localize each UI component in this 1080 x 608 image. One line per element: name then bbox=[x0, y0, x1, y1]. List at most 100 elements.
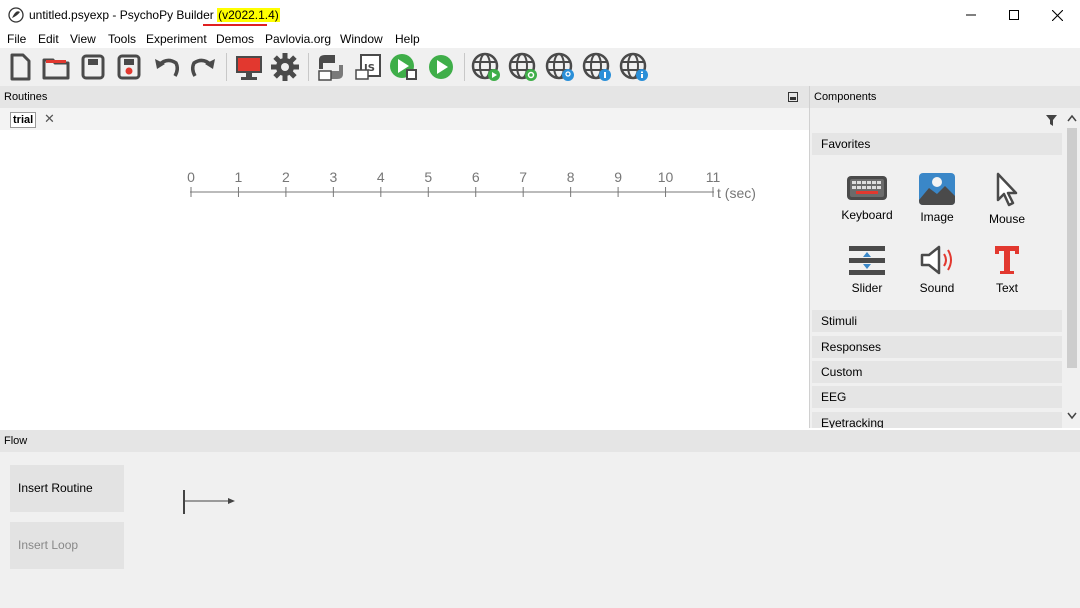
component-sound[interactable]: Sound bbox=[902, 243, 972, 295]
toolbar: JS bbox=[0, 48, 1080, 86]
timeline-tick-label: 4 bbox=[377, 169, 385, 185]
title-prefix: untitled.psyexp - PsychoPy Builder bbox=[29, 8, 218, 22]
routines-header: Routines bbox=[0, 86, 809, 108]
keyboard-icon bbox=[847, 176, 887, 200]
run-play-icon[interactable] bbox=[425, 51, 457, 83]
maximize-icon bbox=[1009, 10, 1019, 20]
components-header: Components bbox=[810, 86, 1080, 108]
component-keyboard[interactable]: Keyboard bbox=[832, 172, 902, 222]
timeline-tick-label: 11 bbox=[706, 169, 721, 185]
category-responses[interactable]: Responses bbox=[812, 336, 1062, 358]
component-slider[interactable]: Slider bbox=[832, 243, 902, 295]
menu-pavlovia[interactable]: Pavlovia.org bbox=[265, 32, 331, 46]
toolbar-separator bbox=[464, 53, 465, 81]
component-label: Image bbox=[920, 210, 954, 224]
maximize-button[interactable] bbox=[991, 0, 1037, 30]
tab-close-icon[interactable]: ✕ bbox=[44, 111, 55, 127]
window-title: untitled.psyexp - PsychoPy Builder (v202… bbox=[29, 8, 280, 22]
component-label: Slider bbox=[851, 281, 883, 295]
python-icon[interactable] bbox=[315, 51, 347, 83]
save-as-icon[interactable] bbox=[113, 51, 145, 83]
routines-title: Routines bbox=[4, 91, 48, 103]
title-version: (v2022.1.4) bbox=[217, 8, 280, 22]
menu-file[interactable]: File bbox=[7, 32, 26, 46]
slider-icon bbox=[849, 246, 885, 275]
timeline-tick-label: 9 bbox=[614, 169, 622, 185]
timeline-ticks: 0 1 2 3 4 5 6 7 8 9 10 11 bbox=[187, 169, 720, 197]
title-bar: untitled.psyexp - PsychoPy Builder (v202… bbox=[0, 0, 1080, 30]
close-icon bbox=[1051, 9, 1063, 21]
menu-view[interactable]: View bbox=[70, 32, 96, 46]
timeline-tick-label: 2 bbox=[282, 169, 290, 185]
gear-icon[interactable] bbox=[269, 51, 301, 83]
component-mouse[interactable]: Mouse bbox=[972, 172, 1042, 226]
component-label: Sound bbox=[919, 281, 955, 295]
component-label: Mouse bbox=[988, 212, 1026, 226]
component-text[interactable]: Text bbox=[972, 243, 1042, 295]
menu-edit[interactable]: Edit bbox=[38, 32, 59, 46]
open-folder-icon[interactable] bbox=[40, 51, 72, 83]
timeline-tick-label: 7 bbox=[519, 169, 527, 185]
undo-icon[interactable] bbox=[151, 51, 183, 83]
minimize-panel-icon[interactable] bbox=[788, 92, 798, 102]
image-icon bbox=[919, 173, 955, 205]
close-window-button[interactable] bbox=[1034, 0, 1080, 30]
js-icon[interactable]: JS bbox=[352, 51, 384, 83]
filter-icon[interactable] bbox=[1046, 115, 1057, 126]
category-favorites[interactable]: Favorites bbox=[812, 133, 1062, 155]
mouse-cursor-icon bbox=[996, 172, 1018, 207]
flow-panel: Flow Insert Routine Insert Loop bbox=[0, 430, 1080, 608]
timeline-tick-label: 6 bbox=[472, 169, 480, 185]
tab-trial[interactable]: trial bbox=[10, 112, 37, 128]
insert-routine-button[interactable]: Insert Routine bbox=[10, 465, 124, 512]
speaker-icon bbox=[920, 245, 952, 275]
timeline-tick-label: 3 bbox=[329, 169, 337, 185]
menu-window[interactable]: Window bbox=[340, 32, 383, 46]
toolbar-separator bbox=[226, 53, 227, 81]
scroll-thumb[interactable] bbox=[1067, 128, 1077, 368]
psychopy-app-icon bbox=[8, 7, 24, 23]
component-image[interactable]: Image bbox=[902, 172, 972, 224]
flow-title: Flow bbox=[4, 435, 28, 447]
flow-header: Flow bbox=[0, 430, 1080, 452]
category-eyetracking[interactable]: Eyetracking bbox=[812, 412, 1062, 428]
new-file-icon[interactable] bbox=[4, 51, 36, 83]
timeline-unit-label: t (sec) bbox=[717, 185, 756, 201]
menu-tools[interactable]: Tools bbox=[108, 32, 136, 46]
globe-search-icon[interactable] bbox=[544, 51, 576, 83]
minimize-icon bbox=[966, 14, 976, 16]
timeline-tick-label: 0 bbox=[187, 169, 195, 185]
version-underline bbox=[203, 24, 267, 26]
routines-panel: Routines trial ✕ 0 1 2 3 4 5 6 7 8 9 10 11 t (sec) bbox=[0, 86, 810, 428]
timeline-tick-label: 10 bbox=[658, 169, 674, 185]
timeline-tick-label: 8 bbox=[567, 169, 575, 185]
run-tablet-icon[interactable] bbox=[388, 51, 420, 83]
minimize-button[interactable] bbox=[948, 0, 994, 30]
save-icon[interactable] bbox=[77, 51, 109, 83]
component-label: Text bbox=[995, 281, 1018, 295]
monitor-icon[interactable] bbox=[233, 51, 265, 83]
globe-info-icon[interactable] bbox=[618, 51, 650, 83]
menu-demos[interactable]: Demos bbox=[216, 32, 254, 46]
globe-user-icon[interactable] bbox=[581, 51, 613, 83]
component-label: Keyboard bbox=[841, 208, 893, 222]
menu-help[interactable]: Help bbox=[395, 32, 420, 46]
components-scrollbar[interactable] bbox=[1064, 110, 1080, 428]
category-eeg[interactable]: EEG bbox=[812, 386, 1062, 408]
timeline-tick-label: 1 bbox=[235, 169, 243, 185]
chevron-up-icon[interactable] bbox=[1067, 114, 1077, 122]
chevron-down-icon[interactable] bbox=[1067, 412, 1077, 420]
globe-play-icon[interactable] bbox=[470, 51, 502, 83]
flow-timeline-arrow bbox=[183, 490, 235, 514]
globe-sync-icon[interactable] bbox=[507, 51, 539, 83]
category-custom[interactable]: Custom bbox=[812, 361, 1062, 383]
redo-icon[interactable] bbox=[187, 51, 219, 83]
components-panel: Components Favorites Keyboard Image Mous… bbox=[810, 86, 1080, 428]
toolbar-separator bbox=[308, 53, 309, 81]
menu-experiment[interactable]: Experiment bbox=[146, 32, 207, 46]
text-t-icon bbox=[995, 246, 1019, 274]
routine-timeline: 0 1 2 3 4 5 6 7 8 9 10 11 t (sec) bbox=[187, 169, 756, 201]
routine-tabs: trial ✕ bbox=[0, 108, 809, 130]
insert-loop-button[interactable]: Insert Loop bbox=[10, 522, 124, 569]
category-stimuli[interactable]: Stimuli bbox=[812, 310, 1062, 332]
